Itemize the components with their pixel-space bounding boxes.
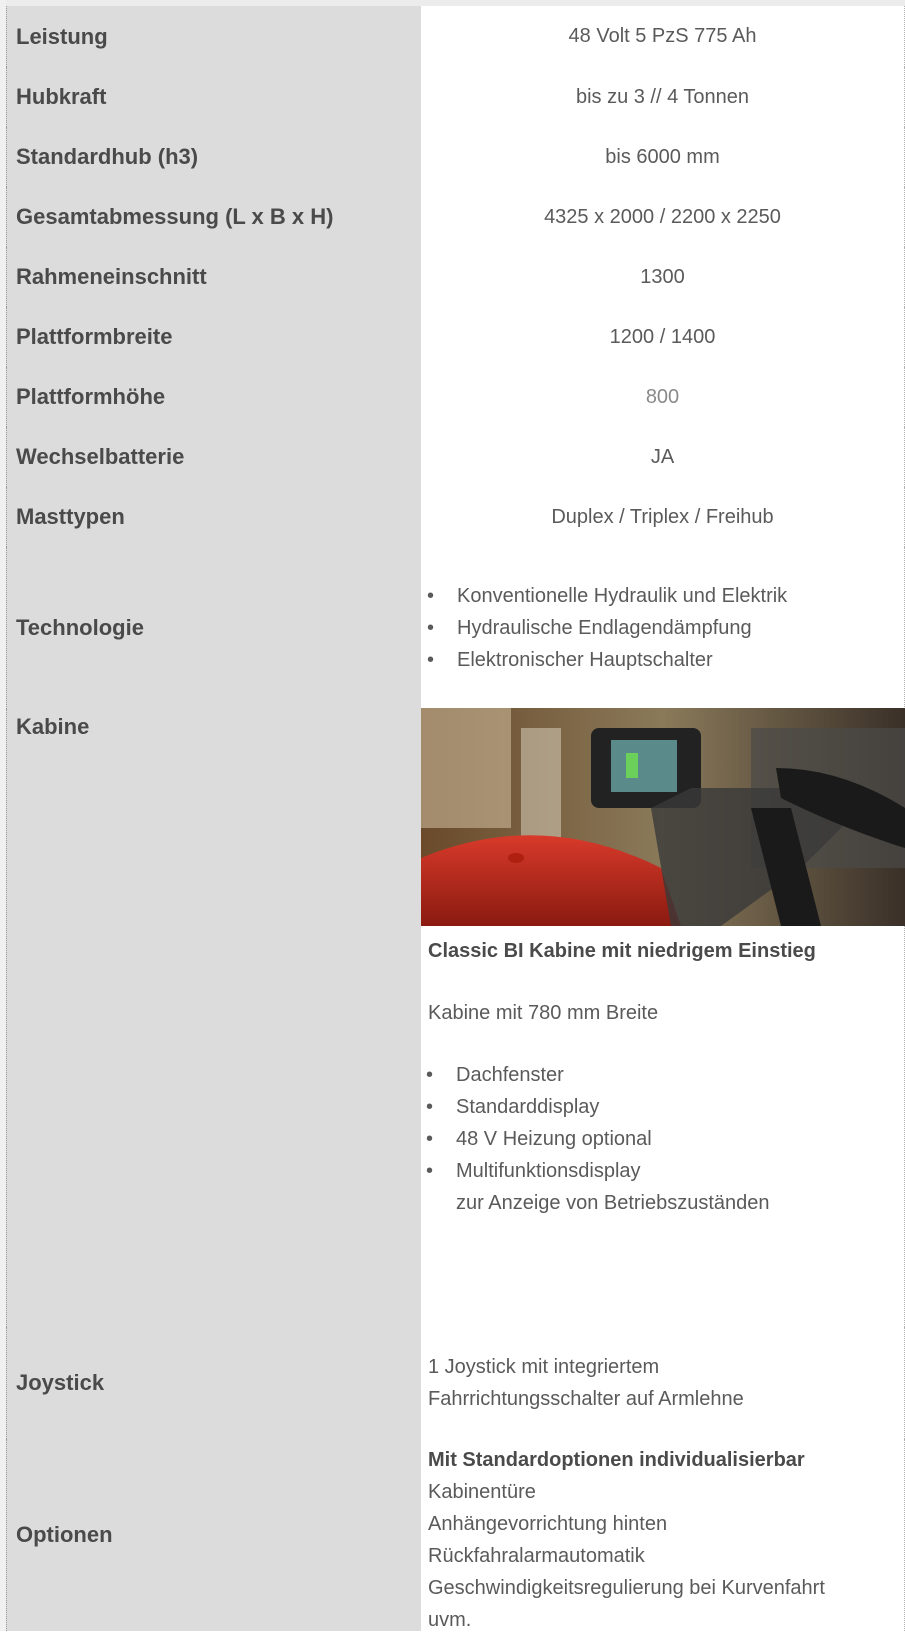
- row-label: Wechselbatterie: [6, 427, 421, 487]
- kabine-content: Classic BI Kabine mit niedrigem Einstieg…: [426, 935, 898, 1219]
- spec-table: Leistung 48 Volt 5 PzS 775 Ah Hubkraft b…: [0, 0, 905, 1631]
- list-item: Standarddisplay: [420, 1091, 898, 1123]
- kabine-title: Classic BI Kabine mit niedrigem Einstieg: [428, 940, 816, 962]
- row-value: 800: [421, 367, 905, 427]
- spec-row-masttypen: Masttypen Duplex / Triplex / Freihub: [6, 487, 905, 547]
- technologie-list: Konventionelle Hydraulik und Elektrik Hy…: [421, 580, 787, 676]
- row-label: Leistung: [6, 6, 421, 67]
- spec-row-optionen: Optionen Mit Standardoptionen individual…: [6, 1439, 905, 1631]
- row-label: Gesamtabmessung (L x B x H): [6, 187, 421, 247]
- row-value: Konventionelle Hydraulik und Elektrik Hy…: [421, 547, 905, 709]
- spec-row-technologie: Technologie Konventionelle Hydraulik und…: [6, 547, 905, 709]
- row-label: Masttypen: [6, 487, 421, 547]
- row-value: Duplex / Triplex / Freihub: [421, 487, 905, 547]
- row-value: bis zu 3 // 4 Tonnen: [421, 67, 905, 127]
- joystick-line: Fahrrichtungsschalter auf Armlehne: [428, 1388, 744, 1410]
- row-value: Mit Standardoptionen individualisierbar …: [421, 1439, 905, 1631]
- optionen-line: Geschwindigkeitsregulierung bei Kurvenfa…: [428, 1577, 825, 1599]
- row-value: 1 Joystick mit integriertem Fahrrichtung…: [421, 1327, 905, 1439]
- optionen-line: Anhängevorrichtung hinten: [428, 1513, 668, 1535]
- optionen-title: Mit Standardoptionen individualisierbar: [428, 1449, 805, 1471]
- spec-row-wechselbatterie: Wechselbatterie JA: [6, 427, 905, 487]
- row-label: Plattformbreite: [6, 307, 421, 367]
- row-label: Optionen: [6, 1439, 421, 1631]
- joystick-line: 1 Joystick mit integriertem: [428, 1356, 660, 1378]
- optionen-line: uvm.: [428, 1609, 472, 1631]
- kabine-list: Dachfenster Standarddisplay 48 V Heizung…: [420, 1059, 898, 1219]
- list-item: 48 V Heizung optional: [420, 1123, 898, 1155]
- cabin-photo: [421, 708, 905, 926]
- row-value: 48 Volt 5 PzS 775 Ah: [421, 6, 905, 67]
- optionen-line: Kabinentüre: [428, 1481, 536, 1503]
- list-item: Hydraulische Endlagendämpfung: [421, 612, 787, 644]
- row-label: Technologie: [6, 547, 421, 709]
- spec-row-plattformbreite: Plattformbreite 1200 / 1400: [6, 307, 905, 367]
- cabin-photo-svg: [421, 708, 905, 926]
- spec-row-plattformhoehe: Plattformhöhe 800: [6, 367, 905, 427]
- row-value: 1200 / 1400: [421, 307, 905, 367]
- row-label: Hubkraft: [6, 67, 421, 127]
- spec-row-hubkraft: Hubkraft bis zu 3 // 4 Tonnen: [6, 67, 905, 127]
- row-label: Plattformhöhe: [6, 367, 421, 427]
- spec-row-gesamtabmessung: Gesamtabmessung (L x B x H) 4325 x 2000 …: [6, 187, 905, 247]
- list-item: Elektronischer Hauptschalter: [421, 644, 787, 676]
- spec-row-leistung: Leistung 48 Volt 5 PzS 775 Ah: [6, 6, 905, 67]
- optionen-line: Rückfahralarmautomatik: [428, 1545, 645, 1567]
- kabine-subtitle: Kabine mit 780 mm Breite: [428, 1002, 659, 1024]
- row-value: JA: [421, 427, 905, 487]
- row-label: Standardhub (h3): [6, 127, 421, 187]
- row-label: Joystick: [6, 1327, 421, 1439]
- row-value: bis 6000 mm: [421, 127, 905, 187]
- list-item: Konventionelle Hydraulik und Elektrik: [421, 580, 787, 612]
- spec-row-joystick: Joystick 1 Joystick mit integriertem Fah…: [6, 1327, 905, 1439]
- list-item-continuation: zur Anzeige von Betriebszuständen: [456, 1192, 770, 1214]
- spec-row-rahmeneinschnitt: Rahmeneinschnitt 1300: [6, 247, 905, 307]
- list-item: Dachfenster: [420, 1059, 898, 1091]
- spec-row-standardhub: Standardhub (h3) bis 6000 mm: [6, 127, 905, 187]
- list-item: Multifunktionsdisplay: [420, 1155, 898, 1187]
- row-label: Rahmeneinschnitt: [6, 247, 421, 307]
- row-value: 1300: [421, 247, 905, 307]
- row-label: Kabine: [6, 709, 421, 1327]
- row-value: 4325 x 2000 / 2200 x 2250: [421, 187, 905, 247]
